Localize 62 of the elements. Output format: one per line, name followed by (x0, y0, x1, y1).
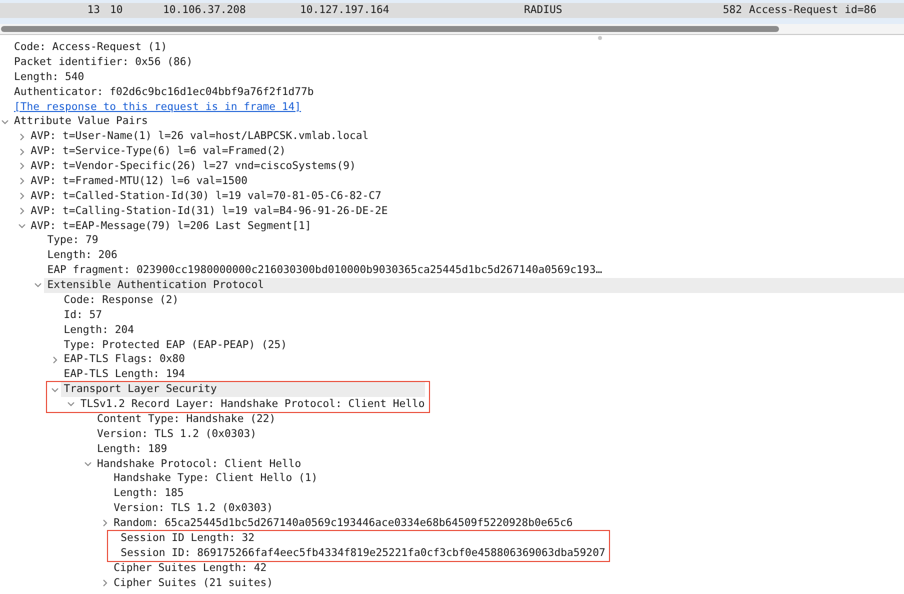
packet-cell-text: RADIUS (524, 3, 564, 18)
detail-field[interactable]: AVP: t=Called-Station-Id(30) l=19 val=70-81-05-C6-82-C7 (30, 188, 382, 204)
detail-field: Session ID Length: 32 (120, 530, 255, 546)
packet-cell-text: 582 (722, 3, 742, 18)
splitter-handle[interactable] (598, 36, 602, 40)
detail-field: Version: TLS 1.2 (0x0303) (97, 426, 256, 442)
detail-field[interactable]: AVP: t=Calling-Station-Id(31) l=19 val=B4-96-91-26-DE-2E (30, 204, 388, 218)
detail-field: EAP-TLS Length: 194 (64, 367, 185, 382)
detail-field[interactable]: Random: 65ca25445d1bc5d267140a0569c193446ace0334e68b64509f5220928b0e65c6 (114, 516, 573, 531)
detail-field[interactable]: Transport Layer Security (60, 382, 425, 397)
detail-field: Session ID: 869175266faf4eec5fb4334f819e25221fa0cf3cbf0e458806369063dba59207 (120, 546, 606, 561)
detail-field[interactable]: EAP-TLS Flags: 0x80 (64, 352, 185, 368)
chevron-down-icon[interactable] (1, 118, 9, 126)
packet-cell-text: 10 (110, 3, 124, 18)
packet-cell-text: 10.127.197.164 (300, 3, 390, 18)
detail-field: Handshake Type: Client Hello (1) (114, 471, 318, 486)
chevron-right-icon[interactable] (18, 177, 26, 186)
detail-field: Length: 189 (97, 442, 168, 456)
chevron-right-icon[interactable] (18, 192, 26, 200)
chevron-right-icon[interactable] (18, 207, 26, 216)
detail-field[interactable]: Cipher Suites (21 suites) (114, 576, 274, 590)
detail-field: Authenticator: f02d6c9bc16d1ec04bbf9a76f2f1d77b (14, 84, 314, 100)
chevron-right-icon[interactable] (18, 132, 26, 141)
detail-field: Code: Access-Request (1) (14, 40, 168, 55)
detail-field[interactable]: AVP: t=Service-Type(6) l=6 val=Framed(2) (30, 144, 286, 159)
chevron-down-icon[interactable] (84, 460, 92, 468)
packet-cell-text: 13 (86, 3, 100, 18)
detail-field: Length: 204 (64, 322, 134, 338)
detail-field: EAP fragment: 023900cc1980000000c216030300bd010000b9030365ca25445d1bc5d267140a0569c193… (47, 263, 602, 278)
detail-field[interactable]: Extensible Authentication Protocol (44, 278, 904, 293)
detail-field: Length: 540 (14, 70, 84, 85)
chevron-right-icon[interactable] (100, 578, 109, 587)
detail-field: Code: Response (2) (64, 292, 179, 308)
detail-field: Id: 57 (64, 308, 102, 323)
chevron-down-icon[interactable] (50, 386, 59, 394)
detail-field[interactable]: AVP: t=User-Name(1) l=26 val=host/LABPCSK.vmlab.local (30, 129, 369, 144)
chevron-right-icon[interactable] (100, 519, 109, 528)
chevron-right-icon[interactable] (18, 162, 26, 170)
detail-field: Packet identifier: 0x56 (86) (14, 54, 193, 70)
scrollbar-thumb[interactable] (1, 26, 779, 32)
chevron-down-icon[interactable] (34, 281, 42, 290)
detail-field: Version: TLS 1.2 (0x0303) (114, 501, 274, 516)
detail-field[interactable]: Handshake Protocol: Client Hello (97, 456, 302, 472)
chevron-down-icon[interactable] (67, 400, 76, 408)
detail-field: Type: Protected EAP (EAP-PEAP) (25) (64, 338, 288, 352)
packet-row[interactable]: 13 10 10.106.37.208 10.127.197.164 RADIUS 582 Access-Request id=86 (0, 3, 904, 18)
detail-field: Type: 79 (47, 233, 98, 248)
packet-cell-text: 10.106.37.208 (163, 3, 247, 18)
detail-field[interactable]: Attribute Value Pairs (14, 114, 148, 130)
detail-field[interactable]: TLSv1.2 Record Layer: Handshake Protocol: Client Hello (80, 397, 425, 412)
chevron-down-icon[interactable] (18, 222, 26, 230)
chevron-right-icon[interactable] (50, 356, 59, 364)
frame-link[interactable]: [The response to this request is in frame 14] (14, 100, 302, 114)
detail-field[interactable]: AVP: t=Framed-MTU(12) l=6 val=1500 (30, 174, 248, 189)
detail-field: Length: 206 (47, 248, 118, 264)
chevron-right-icon[interactable] (18, 148, 26, 156)
detail-field: Content Type: Handshake (22) (97, 412, 276, 427)
detail-field: Length: 185 (114, 486, 184, 502)
detail-field[interactable]: AVP: t=Vendor-Specific(26) l=27 vnd=ciscoSystems(9) (30, 159, 356, 174)
packet-cell: Access-Request id=86 (749, 3, 877, 18)
detail-field[interactable]: AVP: t=EAP-Message(79) l=206 Last Segment[1] (30, 218, 312, 234)
detail-field: Cipher Suites Length: 42 (114, 560, 267, 576)
